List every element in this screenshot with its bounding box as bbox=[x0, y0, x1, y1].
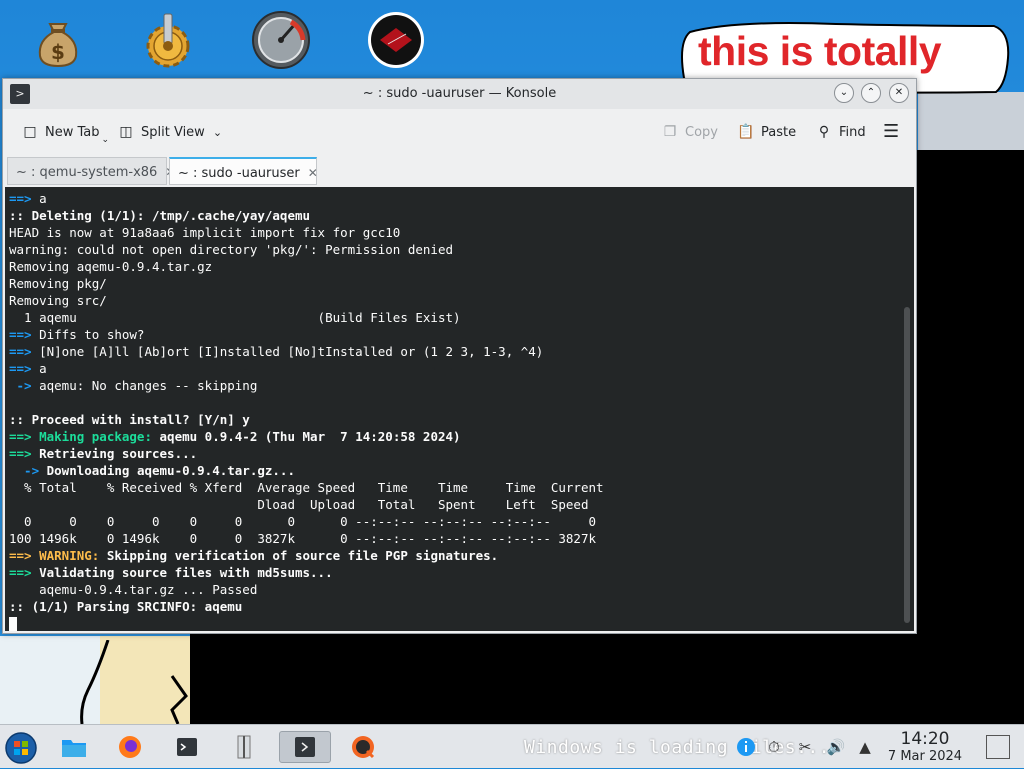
terminal-line: Dload Upload Total Spent Left Speed bbox=[9, 497, 589, 512]
terminal-line: :: (1/1) Parsing SRCINFO: aqemu bbox=[9, 599, 243, 614]
qemu-icon[interactable] bbox=[347, 731, 379, 763]
clock-date[interactable]: 7 Mar 2024 bbox=[876, 749, 974, 764]
annotation-text: this is totally bbox=[698, 28, 942, 74]
maximize-icon[interactable]: ⌃ bbox=[861, 83, 881, 103]
toolbar: □ New Tab ⌄ ◫ Split View ⌄ ❐ Copy 📋 Paste ⚲ Fin… bbox=[3, 109, 916, 155]
archive-icon[interactable] bbox=[228, 731, 260, 763]
terminal-line: :: Proceed with install? [Y/n] y bbox=[9, 412, 250, 427]
terminal-line: Removing src/ bbox=[9, 293, 107, 308]
terminal-line: :: Deleting (1/1): /tmp/.cache/yay/aqemu bbox=[9, 208, 311, 223]
chevron-down-icon: ⌄ bbox=[101, 135, 110, 145]
clock-time[interactable]: 14:20 bbox=[880, 729, 970, 749]
terminal-line: -> Downloading aqemu-0.9.4.tar.gz... bbox=[9, 463, 295, 478]
taskbar: Windows is loading files... ⏱ ✂ 🔊 ▲ 14:2… bbox=[0, 724, 1024, 768]
copy-label: Copy bbox=[685, 125, 718, 140]
terminal-line: ==> WARNING: Skipping verification of so… bbox=[9, 548, 499, 563]
search-icon: ⚲ bbox=[818, 124, 830, 140]
terminal-line: Removing pkg/ bbox=[9, 276, 107, 291]
background-window-strip bbox=[918, 92, 1024, 150]
new-tab-icon: □ bbox=[23, 124, 37, 140]
scribble-drawing bbox=[80, 640, 188, 724]
new-tab-button[interactable]: □ New Tab ⌄ bbox=[21, 121, 110, 145]
konsole-window: > ~ : sudo -uauruser — Konsole ⌄ ⌃ ✕ □ Ne… bbox=[2, 78, 917, 634]
start-orb-icon[interactable] bbox=[4, 731, 38, 765]
money-bag-icon[interactable]: $ bbox=[28, 10, 88, 70]
terminal-line: aqemu-0.9.4.tar.gz ... Passed bbox=[9, 582, 258, 597]
info-icon[interactable] bbox=[736, 737, 756, 757]
find-button[interactable]: ⚲ Find bbox=[815, 121, 866, 143]
firefox-icon[interactable] bbox=[114, 731, 146, 763]
tab-bar: ~ : qemu-system-x86✕ ~ : sudo -uauruser ✕ bbox=[3, 155, 916, 187]
terminal-output[interactable]: ==> a :: Deleting (1/1): /tmp/.cache/yay… bbox=[5, 187, 914, 631]
window-title: ~ : sudo -uauruser — Konsole bbox=[362, 86, 557, 101]
split-view-icon: ◫ bbox=[119, 124, 133, 140]
close-icon[interactable]: ✕ bbox=[889, 83, 909, 103]
update-icon[interactable]: ⏱ bbox=[764, 737, 784, 757]
svg-text:$: $ bbox=[51, 40, 65, 64]
terminal-line: Removing aqemu-0.9.4.tar.gz bbox=[9, 259, 213, 274]
volume-icon[interactable]: 🔊 bbox=[826, 737, 846, 757]
tab-sudo-uauruser[interactable]: ~ : sudo -uauruser ✕ bbox=[169, 157, 318, 185]
minimize-icon[interactable]: ⌄ bbox=[834, 83, 854, 103]
new-tab-label: New Tab bbox=[45, 125, 100, 140]
tab-label: ~ : qemu-system-x86 bbox=[16, 165, 158, 180]
terminal-line: warning: could not open directory 'pkg/'… bbox=[9, 242, 454, 257]
loading-overlay-text: Windows is loading files... bbox=[524, 737, 831, 758]
terminal-scrollbar[interactable] bbox=[904, 307, 910, 623]
scissors-icon[interactable]: ✂ bbox=[795, 737, 815, 757]
terminal-line: -> aqemu: No changes -- skipping bbox=[9, 378, 258, 393]
terminal-line: ==> Diffs to show? bbox=[9, 327, 145, 342]
paste-label: Paste bbox=[761, 125, 797, 140]
gear-icon[interactable] bbox=[138, 10, 198, 70]
terminal-line: ==> Retrieving sources... bbox=[9, 446, 198, 461]
paste-button[interactable]: 📋 Paste bbox=[737, 121, 796, 143]
terminal-line: 100 1496k 0 1496k 0 0 3827k 0 --:--:-- -… bbox=[9, 531, 596, 546]
show-desktop-button[interactable] bbox=[986, 735, 1010, 759]
file-manager-icon[interactable] bbox=[58, 731, 90, 763]
hamburger-menu-icon[interactable]: ☰ bbox=[883, 121, 899, 143]
red-disc-icon[interactable] bbox=[366, 10, 426, 70]
terminal-line: ==> [N]one [A]ll [Ab]ort [I]nstalled [No… bbox=[9, 344, 544, 359]
terminal-cursor-line bbox=[9, 615, 604, 631]
terminal-cursor bbox=[9, 617, 17, 631]
terminal-line: 0 0 0 0 0 0 0 0 --:--:-- --:--:-- --:--:… bbox=[9, 514, 596, 529]
tray-expand-icon[interactable]: ▲ bbox=[855, 737, 875, 757]
title-bar[interactable]: > ~ : sudo -uauruser — Konsole ⌄ ⌃ ✕ bbox=[3, 79, 916, 109]
terminal-line: 1 aqemu (Build Files Exist) bbox=[9, 310, 461, 325]
terminal-line: HEAD is now at 91a8aa6 implicit import f… bbox=[9, 225, 401, 240]
terminal-line: % Total % Received % Xferd Average Speed… bbox=[9, 480, 604, 495]
copy-icon: ❐ bbox=[663, 124, 677, 140]
tab-label: ~ : sudo -uauruser bbox=[178, 166, 300, 181]
chevron-down-icon: ⌄ bbox=[212, 126, 223, 139]
terminal-line: ==> Making package: aqemu 0.9.4-2 (Thu M… bbox=[9, 429, 461, 444]
split-view-label: Split View bbox=[141, 125, 205, 140]
speedometer-icon[interactable] bbox=[251, 10, 311, 70]
split-view-button[interactable]: ◫ Split View ⌄ bbox=[117, 121, 222, 143]
tab-qemu-system[interactable]: ~ : qemu-system-x86✕ bbox=[7, 157, 175, 185]
terminal-line: ==> a bbox=[9, 191, 47, 206]
copy-button[interactable]: ❐ Copy bbox=[661, 121, 718, 143]
konsole-task-icon[interactable] bbox=[279, 731, 331, 763]
terminal-line: ==> Validating source files with md5sums… bbox=[9, 565, 333, 580]
terminal-line: ==> a bbox=[9, 361, 47, 376]
paste-icon: 📋 bbox=[737, 124, 755, 140]
close-tab-icon[interactable]: ✕ bbox=[308, 166, 318, 180]
terminal-task-icon[interactable] bbox=[171, 731, 203, 763]
find-label: Find bbox=[839, 125, 866, 140]
